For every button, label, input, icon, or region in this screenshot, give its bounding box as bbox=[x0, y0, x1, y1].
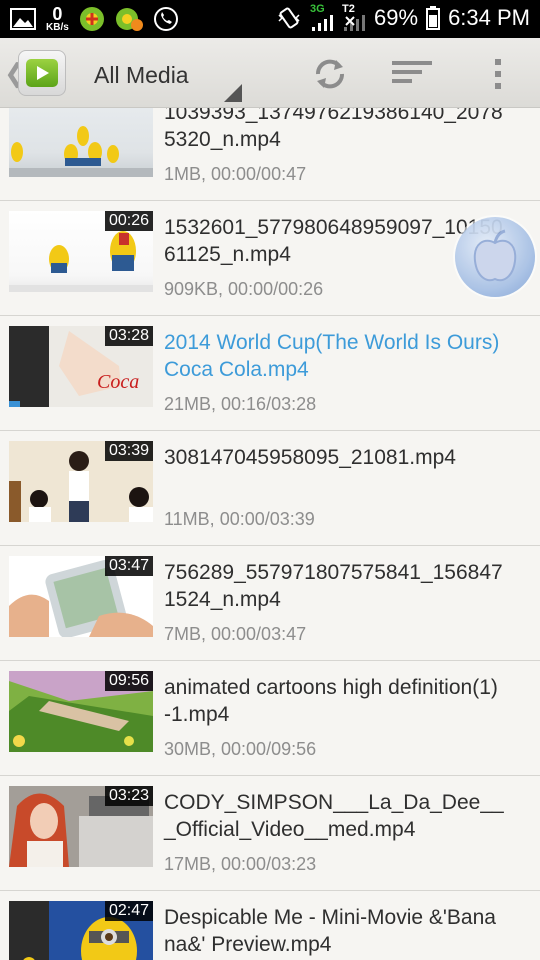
overflow-menu-icon[interactable] bbox=[476, 52, 520, 96]
signal-sim1-icon: 3G bbox=[310, 4, 334, 31]
video-thumbnail: 02:47 bbox=[9, 901, 153, 960]
gallery-notification-icon bbox=[10, 7, 36, 31]
sim2-label: T2 bbox=[342, 3, 355, 15]
vibrate-icon bbox=[276, 5, 302, 31]
video-title: 756289_557971807575841_1568471524_n.mp4 bbox=[164, 561, 503, 611]
status-bar: 0 KB/s 3G T2 69% 6:34 PM bbox=[0, 0, 540, 38]
duration-badge: 03:39 bbox=[104, 441, 153, 461]
floating-assistive-button[interactable] bbox=[455, 217, 535, 297]
network-type-label: 3G bbox=[310, 3, 325, 15]
video-title: 308147045958095_21081.mp4 bbox=[164, 446, 456, 469]
duration-badge: 09:56 bbox=[104, 671, 153, 691]
network-speed-value: 0 bbox=[52, 4, 63, 24]
duration-badge: 02:47 bbox=[104, 901, 153, 921]
media-filter-dropdown[interactable]: All Media bbox=[94, 62, 189, 89]
video-meta: 11MB, 00:00/03:39 bbox=[164, 509, 315, 529]
video-title: animated cartoons high definition(1)-1.m… bbox=[164, 676, 498, 726]
video-thumbnail: 03:39 bbox=[9, 441, 153, 522]
list-item[interactable]: 1039393_1374976219386140_20785320_n.mp4 … bbox=[0, 108, 540, 201]
video-title: CODY_SIMPSON___La_Da_Dee___Official_Vide… bbox=[164, 791, 504, 841]
video-meta: 1MB, 00:00/00:47 bbox=[164, 164, 307, 184]
video-meta: 17MB, 00:00/03:23 bbox=[164, 854, 317, 874]
battery-icon bbox=[426, 5, 441, 30]
app-notification-icon bbox=[79, 6, 105, 32]
video-thumbnail bbox=[9, 108, 153, 177]
video-title: 1532601_577980648959097_1015061125_n.mp4 bbox=[164, 216, 503, 266]
duration-badge: 03:47 bbox=[104, 556, 153, 576]
duration-badge: 03:23 bbox=[104, 786, 153, 806]
video-meta: 909KB, 00:00/00:26 bbox=[164, 279, 324, 299]
refresh-icon[interactable] bbox=[308, 52, 352, 96]
video-thumbnail: Coca 03:28 bbox=[9, 326, 153, 407]
dropdown-indicator-icon bbox=[224, 84, 242, 102]
video-meta: 21MB, 00:16/03:28 bbox=[164, 394, 317, 414]
duration-badge: 03:28 bbox=[104, 326, 153, 346]
list-item[interactable]: Coca 03:28 2014 World Cup(The World Is O… bbox=[0, 316, 540, 431]
media-player-app-icon[interactable] bbox=[18, 50, 66, 96]
signal-sim2-icon: T2 bbox=[342, 4, 366, 31]
sort-icon[interactable] bbox=[390, 52, 434, 96]
video-thumbnail: 03:47 bbox=[9, 556, 153, 637]
video-title: 2014 World Cup(The World Is Ours)Coca Co… bbox=[164, 331, 500, 381]
video-thumbnail: 03:23 bbox=[9, 786, 153, 867]
battery-percent: 69% bbox=[374, 4, 419, 30]
network-speed-indicator: 0 KB/s bbox=[46, 5, 69, 33]
network-speed-unit: KB/s bbox=[46, 22, 69, 33]
list-item[interactable]: 03:47 756289_557971807575841_1568471524_… bbox=[0, 546, 540, 661]
action-bar: ❮ All Media bbox=[0, 38, 540, 108]
list-item[interactable]: 02:47 Despicable Me - Mini-Movie &'Banan… bbox=[0, 891, 540, 960]
list-item[interactable]: 03:23 CODY_SIMPSON___La_Da_Dee___Officia… bbox=[0, 776, 540, 891]
list-item[interactable]: 03:39 308147045958095_21081.mp4 11MB, 00… bbox=[0, 431, 540, 546]
video-thumbnail: 09:56 bbox=[9, 671, 153, 752]
video-title: Despicable Me - Mini-Movie &'Banana&' Pr… bbox=[164, 906, 496, 956]
phone-call-notification-icon bbox=[153, 6, 179, 32]
svg-text:Coca: Coca bbox=[97, 371, 139, 393]
apple-icon bbox=[473, 229, 517, 282]
list-item[interactable]: 09:56 animated cartoons high definition(… bbox=[0, 661, 540, 776]
video-thumbnail: 00:26 bbox=[9, 211, 153, 292]
playback-progress-bar bbox=[9, 401, 21, 407]
duration-badge: 00:26 bbox=[104, 211, 153, 231]
app-update-notification-icon bbox=[115, 6, 143, 32]
video-title: 1039393_1374976219386140_20785320_n.mp4 bbox=[164, 108, 503, 151]
clock: 6:34 PM bbox=[448, 4, 530, 30]
video-meta: 30MB, 00:00/09:56 bbox=[164, 739, 317, 759]
video-meta: 7MB, 00:00/03:47 bbox=[164, 624, 307, 644]
